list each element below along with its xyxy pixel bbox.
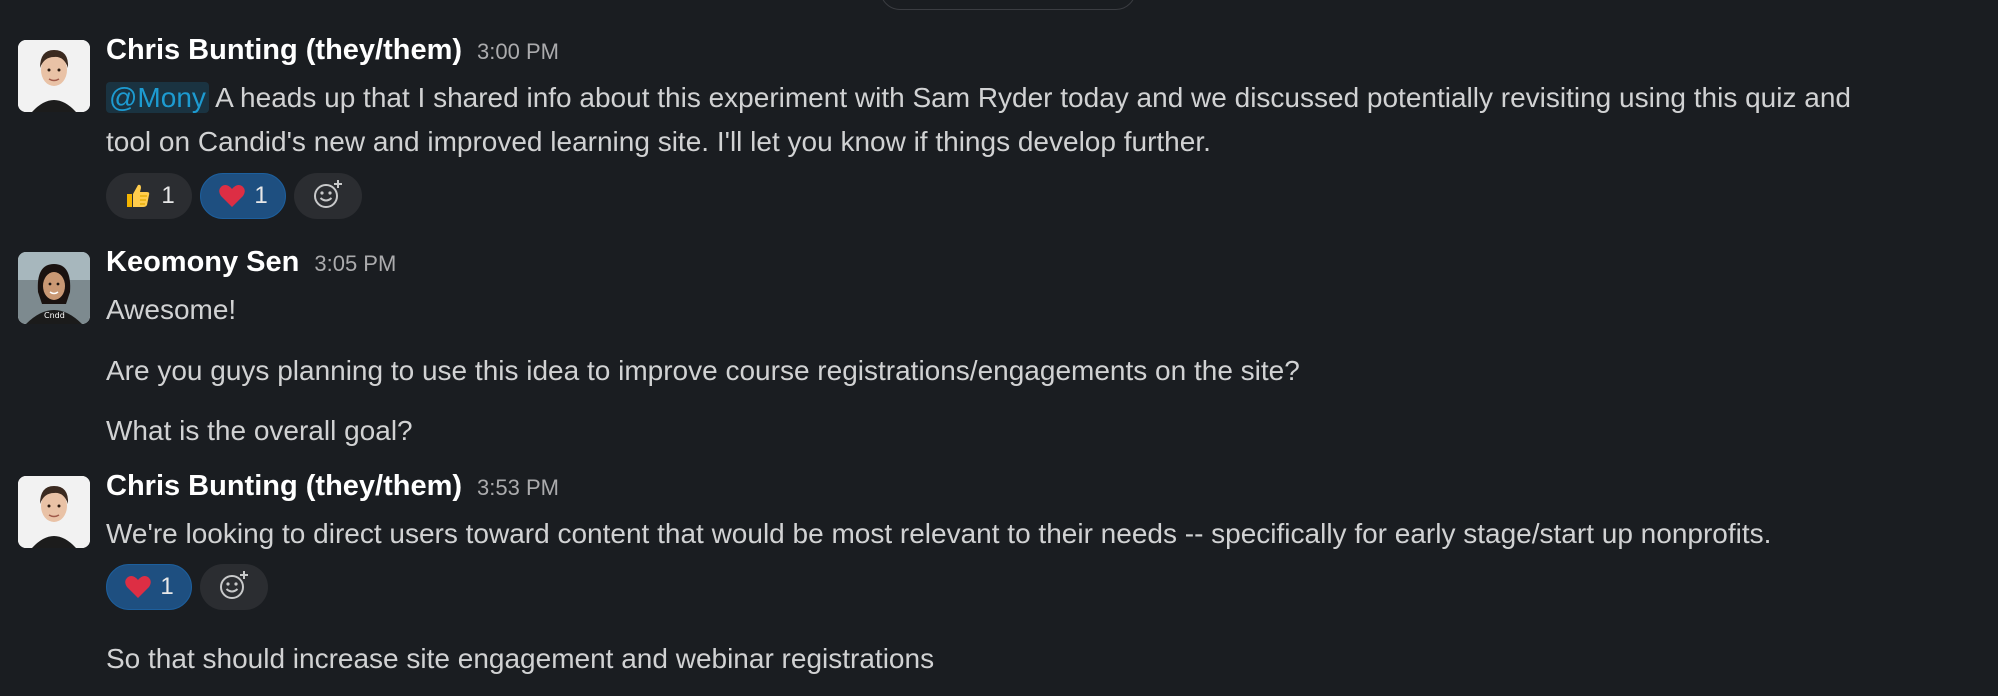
- timestamp[interactable]: 3:53 PM: [477, 475, 559, 501]
- author-name[interactable]: Chris Bunting (they/them): [106, 34, 462, 67]
- timestamp[interactable]: 3:05 PM: [314, 251, 396, 277]
- add-reaction-icon: [312, 178, 344, 215]
- heart-icon: [218, 183, 246, 209]
- thumbs-up-icon: [123, 181, 153, 211]
- message-1-line-2: tool on Candid's new and improved learni…: [106, 126, 1211, 157]
- author-name[interactable]: Keomony Sen: [106, 246, 299, 279]
- heart-icon: [124, 574, 152, 600]
- svg-text:Cndd: Cndd: [44, 311, 65, 320]
- new-messages-pill[interactable]: [880, 0, 1136, 10]
- message-2-line-3: What is the overall goal?: [106, 415, 413, 446]
- message-3-followup: So that should increase site engagement …: [106, 643, 935, 674]
- message-2-header: Keomony Sen 3:05 PM: [106, 246, 396, 286]
- avatar-keomony-image: Cndd: [18, 252, 90, 324]
- reaction-heart[interactable]: 1: [200, 173, 286, 219]
- avatar-chris-image: [18, 40, 90, 112]
- reaction-heart[interactable]: 1: [106, 564, 192, 610]
- message-2-line-1: Awesome!: [106, 294, 237, 325]
- avatar-chris-image: [18, 476, 90, 548]
- reaction-count: 1: [254, 182, 268, 209]
- avatar-keomony[interactable]: Cndd: [18, 252, 90, 324]
- user-mention[interactable]: @Mony: [106, 82, 209, 113]
- reaction-count: 1: [161, 182, 175, 209]
- author-name[interactable]: Chris Bunting (they/them): [106, 470, 462, 503]
- timestamp[interactable]: 3:00 PM: [477, 39, 559, 65]
- message-3-header: Chris Bunting (they/them) 3:53 PM: [106, 470, 559, 510]
- reaction-thumbs-up[interactable]: 1: [106, 173, 192, 219]
- avatar-chris[interactable]: [18, 476, 90, 548]
- add-reaction-button[interactable]: [294, 173, 362, 219]
- message-3-line-1: We're looking to direct users toward con…: [106, 518, 1772, 549]
- message-1-header: Chris Bunting (they/them) 3:00 PM: [106, 34, 559, 74]
- message-text: A heads up that I shared info about this…: [208, 82, 1851, 113]
- message-2-line-2: Are you guys planning to use this idea t…: [106, 355, 1300, 386]
- add-reaction-icon: [218, 569, 250, 606]
- avatar-chris[interactable]: [18, 40, 90, 112]
- add-reaction-button[interactable]: [200, 564, 268, 610]
- message-1-line-1: @Mony A heads up that I shared info abou…: [106, 76, 1851, 120]
- reaction-count: 1: [160, 573, 174, 600]
